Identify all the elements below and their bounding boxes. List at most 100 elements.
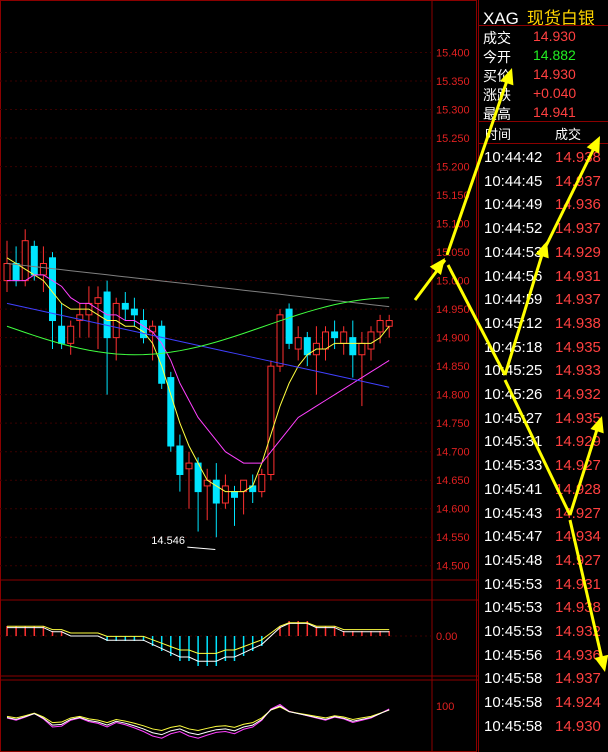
- quote-label: 买价: [483, 68, 511, 84]
- candle-body: [39, 263, 47, 276]
- tick-row[interactable]: 10:45:58 14.937: [479, 670, 608, 694]
- tick-row[interactable]: 10:45:26 14.932: [479, 386, 608, 410]
- quote-value: 14.882: [533, 47, 576, 63]
- candle-body: [212, 479, 220, 504]
- tick-time: 10:45:25: [484, 362, 543, 380]
- ticks-header-time: 时间: [485, 127, 512, 142]
- tick-row[interactable]: 10:45:43 14.927: [479, 505, 608, 529]
- tick-row[interactable]: 10:45:25 14.933: [479, 362, 608, 386]
- candle-body: [231, 491, 238, 498]
- ticks-header-price: 成交: [555, 127, 582, 142]
- tick-price: 14.937: [555, 291, 601, 309]
- tick-row[interactable]: 10:44:52 14.937: [479, 220, 608, 244]
- candle-body: [376, 320, 384, 333]
- tick-row[interactable]: 10:44:53 14.929: [479, 244, 608, 268]
- price-tick-label: 14.550: [436, 532, 470, 544]
- tick-price: 14.933: [555, 362, 601, 380]
- candle-body: [349, 337, 357, 356]
- tick-price: 14.927: [555, 551, 601, 569]
- low-price-label: 14.546: [151, 535, 185, 547]
- tick-row[interactable]: 10:45:53 14.938: [479, 599, 608, 623]
- price-tick-label: 15.150: [436, 190, 470, 202]
- kdj-axis-label: 100: [436, 701, 454, 713]
- tick-row[interactable]: 10:45:27 14.935: [479, 410, 608, 434]
- price-tick-label: 15.350: [436, 76, 470, 88]
- candle-body: [358, 342, 366, 356]
- candle-body: [30, 245, 38, 276]
- price-tick-label: 15.100: [436, 219, 470, 231]
- price-tick-label: 15.400: [436, 48, 470, 60]
- tick-row[interactable]: 10:45:53 14.932: [479, 623, 608, 647]
- tick-row[interactable]: 10:44:49 14.936: [479, 196, 608, 220]
- tick-time: 10:44:49: [484, 196, 543, 214]
- tick-price: 14.930: [555, 717, 601, 735]
- tick-time: 10:44:52: [484, 220, 543, 238]
- tick-row[interactable]: 10:45:48 14.927: [479, 552, 608, 576]
- price-tick-label: 14.500: [436, 561, 470, 573]
- low-price-marker: [187, 546, 216, 551]
- tick-row[interactable]: 10:45:58 14.930: [479, 718, 608, 742]
- price-tick-label: 14.950: [436, 304, 470, 316]
- price-tick-label: 15.300: [436, 105, 470, 117]
- price-tick-label: 14.600: [436, 504, 470, 516]
- candle-body: [185, 462, 193, 470]
- price-tick-label: 14.750: [436, 418, 470, 430]
- tick-price: 14.931: [555, 267, 601, 285]
- tick-row[interactable]: 10:44:42 14.938: [479, 149, 608, 173]
- tick-time: 10:45:33: [484, 457, 543, 475]
- tick-price: 14.928: [555, 480, 601, 498]
- tick-price: 14.937: [555, 670, 601, 688]
- tick-row[interactable]: 10:45:56 14.936: [479, 647, 608, 671]
- candle-body: [130, 308, 138, 316]
- tick-price: 14.936: [555, 646, 601, 664]
- tick-time: 10:45:27: [484, 409, 543, 427]
- tick-price: 14.937: [555, 220, 601, 238]
- kline-svg: 15.400 15.350 15.300 15.250 15.200 15.150 15.1…: [0, 0, 478, 752]
- quote-label: 涨跌: [483, 87, 511, 103]
- tick-price: 14.938: [555, 314, 601, 332]
- price-tick-label: 14.800: [436, 390, 470, 402]
- tick-row[interactable]: 10:45:18 14.935: [479, 339, 608, 363]
- tick-row[interactable]: 10:44:56 14.931: [479, 268, 608, 292]
- tick-row[interactable]: 10:45:47 14.934: [479, 528, 608, 552]
- ma-line-gray: [6, 263, 390, 308]
- quote-row: 今开 14.882: [479, 47, 608, 66]
- tick-price: 14.934: [555, 528, 601, 546]
- tick-price: 14.929: [555, 243, 601, 261]
- tick-row[interactable]: 10:44:45 14.937: [479, 173, 608, 197]
- tick-time: 10:45:53: [484, 623, 543, 640]
- tick-row[interactable]: 10:44:59 14.937: [479, 291, 608, 315]
- candle-body: [340, 331, 348, 344]
- tick-time: 10:45:31: [484, 433, 543, 451]
- tick-time: 10:44:59: [484, 291, 543, 309]
- tick-row[interactable]: 10:45:31 14.929: [479, 433, 608, 457]
- tick-time: 10:45:58: [484, 670, 543, 688]
- quote-value: 14.941: [533, 104, 576, 120]
- candle-body: [285, 308, 293, 344]
- tick-row[interactable]: 10:45:41 14.928: [479, 481, 608, 505]
- candle-body: [322, 331, 329, 350]
- tick-price: 14.936: [555, 196, 601, 214]
- chart-frame: [0, 0, 477, 752]
- candle-body: [303, 337, 311, 356]
- quote-value: +0.040: [533, 85, 577, 101]
- tick-row[interactable]: 10:45:58 14.924: [479, 694, 608, 718]
- candle-body: [121, 302, 129, 310]
- divider: [479, 25, 608, 26]
- price-tick-label: 14.700: [436, 447, 470, 459]
- tick-row[interactable]: 10:45:33 14.927: [479, 457, 608, 481]
- tick-time: 10:44:56: [484, 267, 543, 285]
- tick-price: 14.938: [555, 149, 601, 166]
- tick-row[interactable]: 10:45:53 14.931: [479, 576, 608, 600]
- tick-time: 10:45:56: [484, 646, 543, 664]
- tick-time: 10:45:41: [484, 480, 543, 498]
- divider: [479, 143, 608, 144]
- tick-price: 14.932: [555, 623, 601, 640]
- tick-price: 14.929: [555, 433, 601, 451]
- price-tick-label: 14.900: [436, 333, 470, 345]
- candle-body: [94, 297, 102, 304]
- kline-chart[interactable]: 15.400 15.350 15.300 15.250 15.200 15.150 15.1…: [0, 0, 478, 752]
- candle-body: [258, 474, 266, 493]
- tick-row[interactable]: 10:45:12 14.938: [479, 315, 608, 339]
- tick-price: 14.935: [555, 409, 601, 427]
